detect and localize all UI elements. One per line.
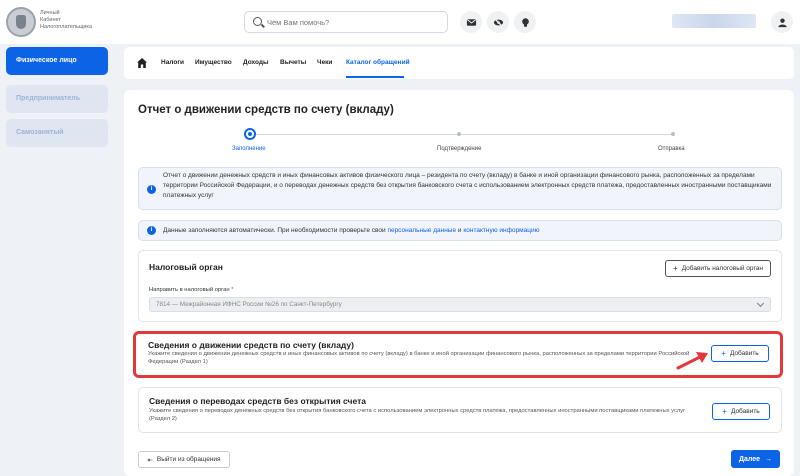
info-notice: i Отчет о движении денежных средств и ин… bbox=[138, 167, 782, 210]
logo-line-3: Налогоплательщика bbox=[40, 24, 93, 30]
top-nav: Налоги Имущество Доходы Вычеты Чеки Ката… bbox=[124, 47, 794, 79]
info-notice-text: Отчет о движении денежных средств и иных… bbox=[163, 172, 772, 199]
stepper-line bbox=[460, 134, 674, 135]
add-section-2-button[interactable]: + Добавить bbox=[712, 403, 770, 420]
button-label: Добавить bbox=[730, 408, 760, 415]
step-3-label: Отправка bbox=[658, 146, 685, 152]
button-label: Выйти из обращения bbox=[156, 456, 221, 463]
sidebar-item-label: Предприниматель bbox=[16, 95, 81, 102]
sidebar-item-entrepreneur[interactable]: Предприниматель bbox=[6, 85, 108, 113]
plus-icon: + bbox=[673, 264, 678, 273]
exit-icon: ⇤ bbox=[147, 456, 153, 464]
exit-request-button[interactable]: ⇤ Выйти из обращения bbox=[138, 451, 230, 468]
logo-line-1: Личный bbox=[40, 10, 60, 16]
search-box[interactable] bbox=[244, 11, 448, 33]
arrow-right-icon: → bbox=[765, 455, 773, 463]
search-input[interactable] bbox=[267, 15, 437, 29]
mail-button[interactable] bbox=[460, 11, 482, 33]
tab-receipts[interactable]: Чеки bbox=[317, 59, 332, 66]
step-3-indicator bbox=[671, 132, 675, 136]
page-title: Отчет о движении средств по счету (вклад… bbox=[138, 104, 394, 116]
red-arrow-annotation bbox=[676, 352, 708, 370]
top-header: Личный Кабинет Налогоплательщика bbox=[0, 0, 800, 44]
autofill-notice: i Данные заполняются автоматически. При … bbox=[138, 220, 782, 241]
tab-deductions[interactable]: Вычеты bbox=[280, 59, 306, 66]
autofill-notice-text: Данные заполняются автоматически. При не… bbox=[163, 226, 773, 236]
eye-off-icon bbox=[493, 17, 503, 27]
lightbulb-icon bbox=[521, 17, 529, 27]
transfers-section: Сведения о переводах средств без открыти… bbox=[138, 387, 782, 433]
fns-logo[interactable] bbox=[6, 7, 36, 37]
active-tab-indicator bbox=[346, 76, 404, 78]
tab-requests-catalog[interactable]: Каталог обращений bbox=[346, 59, 410, 66]
tab-property[interactable]: Имущество bbox=[195, 59, 232, 66]
mail-icon bbox=[466, 18, 476, 26]
sidebar-item-label: Физическое лицо bbox=[16, 57, 77, 64]
section-2-title: Сведения о переводах средств без открыти… bbox=[149, 396, 366, 406]
user-icon bbox=[777, 17, 787, 27]
autofill-text: Данные заполняются автоматически. При не… bbox=[163, 227, 388, 234]
field-label-text: Направить в налоговый орган bbox=[149, 287, 230, 293]
info-icon: i bbox=[147, 185, 156, 194]
tips-button[interactable] bbox=[514, 11, 536, 33]
required-asterisk: * bbox=[231, 287, 234, 293]
profile-button[interactable] bbox=[771, 11, 793, 33]
tab-taxes[interactable]: Налоги bbox=[161, 59, 184, 66]
search-icon bbox=[253, 17, 262, 26]
stepper-line bbox=[256, 134, 458, 135]
chevron-down-icon bbox=[756, 299, 765, 308]
personal-data-link[interactable]: персональные данные bbox=[387, 227, 456, 234]
tax-office-select[interactable]: 7814 — Межрайонная ИФНС России №26 по Са… bbox=[149, 297, 771, 312]
user-name-blurred[interactable] bbox=[672, 14, 756, 28]
tax-office-field-label: Направить в налоговый орган * bbox=[149, 287, 233, 293]
section-2-description: Укажите сведения о переводах денежных ср… bbox=[149, 408, 686, 422]
tax-office-title: Налоговый орган bbox=[149, 262, 223, 272]
visibility-button[interactable] bbox=[487, 11, 509, 33]
step-2-label: Подтверждение bbox=[437, 146, 482, 152]
logo-text: Личный Кабинет Налогоплательщика bbox=[40, 10, 100, 31]
next-button[interactable]: Далее → bbox=[731, 450, 780, 468]
sidebar-item-label: Самозанятый bbox=[16, 129, 64, 136]
button-label: Далее bbox=[738, 455, 761, 463]
step-1-indicator bbox=[244, 128, 256, 140]
step-2-indicator bbox=[457, 132, 461, 136]
plus-icon: + bbox=[722, 407, 727, 416]
add-tax-office-button[interactable]: + Добавить налоговый орган bbox=[665, 260, 771, 277]
logo-line-2: Кабинет bbox=[40, 17, 61, 23]
tab-income[interactable]: Доходы bbox=[243, 59, 269, 66]
contact-info-link[interactable]: контактную информацию bbox=[463, 227, 539, 234]
tax-office-section: Налоговый орган + Добавить налоговый орга… bbox=[138, 250, 782, 322]
sidebar-item-self-employed[interactable]: Самозанятый bbox=[6, 119, 108, 147]
button-label: Добавить налоговый орган bbox=[681, 265, 763, 272]
sidebar-item-individual[interactable]: Физическое лицо bbox=[6, 47, 108, 75]
step-1-label: Заполнение bbox=[232, 146, 266, 152]
info-icon: i bbox=[147, 226, 156, 235]
home-icon[interactable] bbox=[136, 57, 148, 69]
select-value: 7814 — Межрайонная ИФНС России №26 по Са… bbox=[156, 301, 342, 308]
